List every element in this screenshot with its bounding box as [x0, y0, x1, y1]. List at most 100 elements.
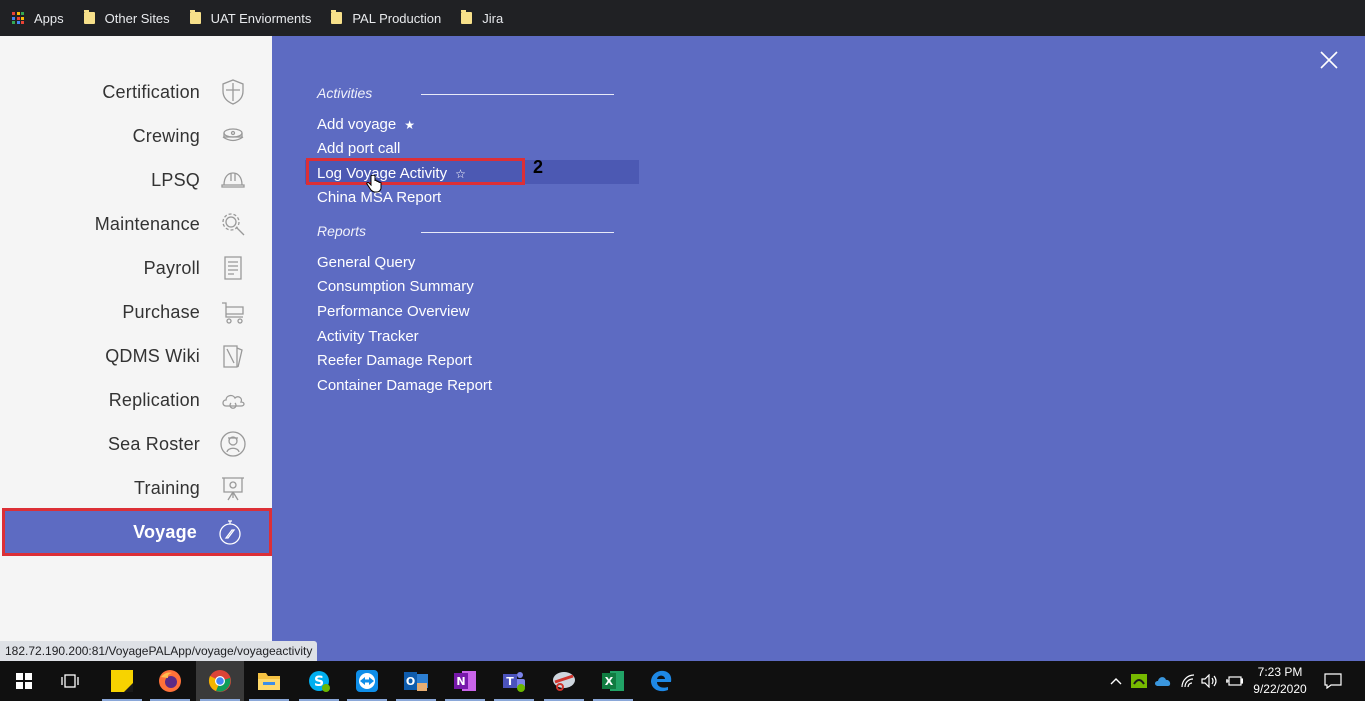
tray-nvidia[interactable]	[1127, 661, 1151, 701]
cart-icon	[218, 297, 248, 327]
sidebar-item-label: Payroll	[143, 257, 200, 278]
receipt-icon	[218, 253, 248, 283]
shield-icon	[218, 77, 248, 107]
sidebar-item-label: Maintenance	[94, 213, 200, 234]
hard-hat-icon	[218, 165, 248, 195]
sailor-icon	[218, 429, 248, 459]
taskbar-outlook[interactable]: O	[392, 661, 440, 701]
onedrive-cloud-icon	[1155, 677, 1171, 686]
bookmark-label: UAT Enviorments	[210, 10, 312, 26]
teams-icon: T	[503, 672, 525, 692]
sidebar-item-label: Training	[134, 477, 200, 498]
taskbar-file-explorer[interactable]	[245, 661, 293, 701]
sidebar-item-label: Replication	[108, 389, 200, 410]
clock-time: 7:23 PM	[1257, 665, 1303, 679]
tray-onedrive[interactable]	[1151, 661, 1175, 701]
taskbar-clock[interactable]: 7:23 PM 9/22/2020	[1244, 664, 1316, 698]
sidebar-item-training[interactable]: Training	[0, 466, 272, 510]
presentation-board-icon	[218, 473, 248, 503]
sidebar-item-voyage[interactable]: Voyage	[2, 508, 272, 556]
tray-battery[interactable]	[1222, 661, 1246, 701]
favorite-star-outline-icon[interactable]: ☆	[455, 167, 466, 181]
clock-date: 9/22/2020	[1253, 682, 1307, 696]
sidebar-item-label: Voyage	[133, 521, 197, 542]
link-activity-tracker[interactable]: Activity Tracker	[317, 328, 419, 345]
taskbar-skype[interactable]: S	[295, 661, 343, 701]
onenote-icon: N	[454, 671, 476, 691]
taskbar-teamviewer[interactable]	[343, 661, 391, 701]
link-performance-overview[interactable]: Performance Overview	[317, 303, 470, 320]
outlook-icon: O	[404, 672, 428, 691]
windows-start-button[interactable]	[0, 661, 48, 701]
link-container-damage-report[interactable]: Container Damage Report	[317, 377, 492, 394]
tray-wifi[interactable]	[1176, 661, 1200, 701]
snipping-icon	[553, 672, 575, 691]
sidebar-item-label: Crewing	[132, 125, 200, 146]
activities-heading: Activities	[317, 85, 373, 101]
battery-plug-icon	[1226, 676, 1243, 686]
link-add-voyage[interactable]: Add voyage ★	[317, 116, 415, 133]
taskbar-edge[interactable]	[637, 661, 685, 701]
taskbar-chrome[interactable]	[196, 661, 244, 701]
bookmark-label: Apps	[34, 10, 64, 26]
link-general-query[interactable]: General Query	[317, 254, 415, 271]
bookmark-jira[interactable]: Jira	[461, 0, 503, 36]
sidebar-item-certification[interactable]: Certification	[0, 70, 272, 114]
reports-heading: Reports	[317, 223, 367, 239]
taskbar-teams[interactable]: T	[490, 661, 538, 701]
excel-icon: X	[602, 671, 624, 691]
sidebar-item-label: Sea Roster	[107, 433, 200, 454]
sidebar-item-purchase[interactable]: Purchase	[0, 290, 272, 334]
taskbar-onenote[interactable]: N	[441, 661, 489, 701]
tray-volume[interactable]	[1198, 661, 1222, 701]
link-consumption-summary[interactable]: Consumption Summary	[317, 278, 474, 295]
taskbar-snipping-tool[interactable]	[540, 661, 588, 701]
sticky-notes-icon	[111, 670, 133, 692]
task-view-button[interactable]	[46, 661, 94, 701]
wifi-icon	[1181, 674, 1195, 688]
windows-taskbar: S O N T X 7:23 PM 9/22/2020	[0, 661, 1365, 701]
captain-hat-icon	[218, 121, 248, 151]
svg-text:X: X	[605, 675, 614, 688]
sidebar-item-maintenance[interactable]: Maintenance	[0, 202, 272, 246]
tray-show-hidden-button[interactable]	[1104, 661, 1128, 701]
action-center-button[interactable]	[1320, 661, 1346, 701]
documents-icon	[218, 341, 248, 371]
bookmark-label: Other Sites	[104, 10, 170, 26]
activities-divider	[421, 94, 614, 95]
link-add-port-call[interactable]: Add port call	[317, 140, 400, 157]
close-button[interactable]	[1318, 49, 1340, 71]
bookmark-label: PAL Production	[352, 10, 442, 26]
bookmark-other-sites[interactable]: Other Sites	[83, 0, 170, 36]
sidebar-item-label: QDMS Wiki	[105, 345, 200, 366]
taskbar-sticky-notes[interactable]	[98, 661, 146, 701]
bookmark-uat-environments[interactable]: UAT Enviorments	[189, 0, 312, 36]
menu-link-label: Add voyage	[317, 116, 397, 133]
sidebar-item-sea-roster[interactable]: Sea Roster	[0, 422, 272, 466]
speaker-icon	[1201, 674, 1217, 688]
sidebar-item-lpsq[interactable]: LPSQ	[0, 158, 272, 202]
status-url-bar: 182.72.190.200:81/VoyagePALApp/voyage/vo…	[0, 641, 318, 661]
task-view-icon	[61, 674, 79, 688]
favorite-star-icon[interactable]: ★	[404, 118, 415, 132]
sidebar-item-payroll[interactable]: Payroll	[0, 246, 272, 290]
voyage-menu-panel: Activities 2 Add voyage ★ Add port call L…	[272, 36, 1365, 641]
link-log-voyage-activity[interactable]: Log Voyage Activity ☆	[317, 165, 466, 182]
sidebar-item-qdms-wiki[interactable]: QDMS Wiki	[0, 334, 272, 378]
folder-icon	[331, 10, 343, 24]
folder-icon	[189, 10, 201, 24]
notification-icon	[1324, 673, 1342, 689]
teamviewer-icon	[356, 670, 378, 692]
taskbar-excel[interactable]: X	[589, 661, 637, 701]
sidebar-item-replication[interactable]: Replication	[0, 378, 272, 422]
bookmark-pal-production[interactable]: PAL Production	[331, 0, 441, 36]
link-reefer-damage-report[interactable]: Reefer Damage Report	[317, 352, 472, 369]
sidebar-item-label: LPSQ	[151, 169, 200, 190]
taskbar-firefox[interactable]	[146, 661, 194, 701]
svg-text:N: N	[456, 675, 465, 688]
edge-icon	[651, 670, 672, 692]
bookmarks-bar: Apps Other Sites UAT Enviorments PAL Pro…	[0, 0, 1365, 36]
bookmark-apps[interactable]: Apps	[12, 0, 64, 36]
compass-icon	[215, 517, 245, 547]
sidebar-item-crewing[interactable]: Crewing	[0, 114, 272, 158]
